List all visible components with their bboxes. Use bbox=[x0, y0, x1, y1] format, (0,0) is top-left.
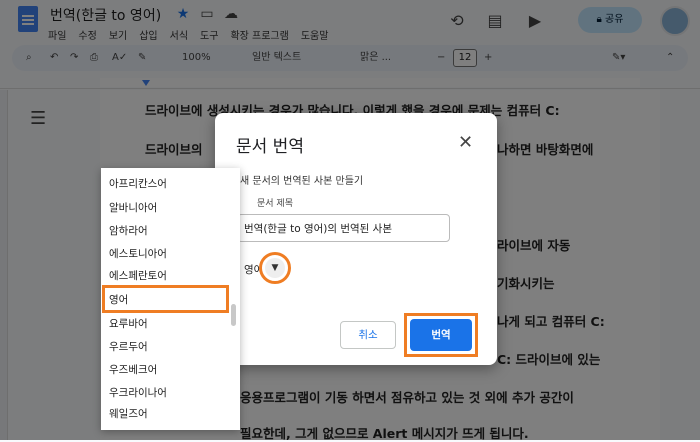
language-option[interactable]: 에스페란토어 bbox=[109, 268, 167, 283]
close-icon[interactable]: ✕ bbox=[458, 132, 473, 153]
language-option[interactable]: 에스토니아어 bbox=[109, 246, 167, 261]
list-scrollbar[interactable] bbox=[231, 304, 236, 326]
selected-language-highlight bbox=[102, 285, 229, 313]
doc-name-label: 문서 제목 bbox=[257, 199, 293, 209]
create-copy-label: 새 문서의 번역된 사본 만들기 bbox=[240, 176, 364, 187]
cancel-button[interactable]: 취소 bbox=[340, 321, 396, 349]
language-option[interactable]: 암하라어 bbox=[109, 223, 148, 238]
dialog-title: 문서 번역 bbox=[236, 137, 304, 157]
language-option[interactable]: 웨일즈어 bbox=[109, 406, 148, 421]
language-option[interactable]: 우크라이나어 bbox=[109, 385, 167, 400]
translate-highlight-box bbox=[404, 313, 478, 357]
doc-name-value: 번역(한글 to 영어)의 번역된 사본 bbox=[244, 223, 393, 235]
language-option[interactable]: 요루바어 bbox=[109, 316, 148, 331]
language-option[interactable]: 우르두어 bbox=[109, 339, 148, 354]
language-option[interactable]: 우즈베크어 bbox=[109, 362, 157, 377]
language-option[interactable]: 알바니아어 bbox=[109, 200, 157, 215]
dropdown-highlight-circle bbox=[259, 252, 291, 284]
language-option[interactable]: 아프리칸스어 bbox=[109, 176, 167, 191]
